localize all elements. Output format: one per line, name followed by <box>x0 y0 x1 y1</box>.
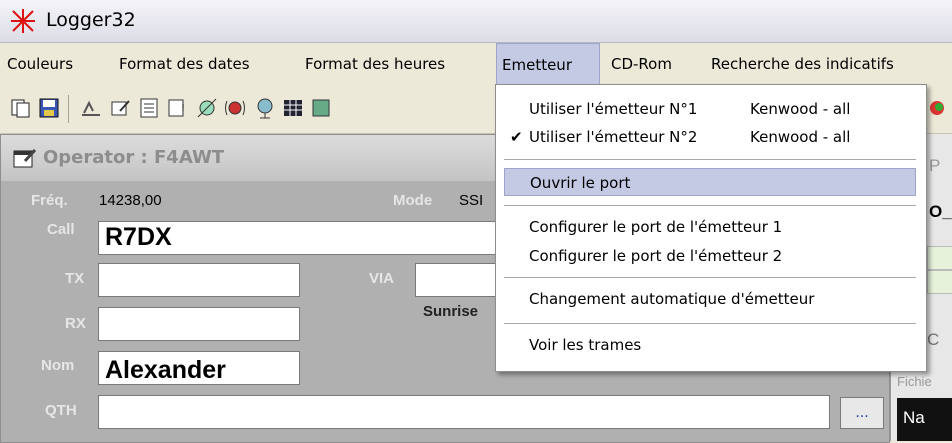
app-logo-icon <box>11 9 35 33</box>
log-entry-icon <box>13 148 37 168</box>
emetteur-dropdown-menu: Utiliser l'émetteur N°1 Kenwood - all ✔ … <box>495 84 927 372</box>
tx-field[interactable] <box>98 263 300 297</box>
menu-item-label: Configurer le port de l'émetteur 2 <box>529 247 783 265</box>
nom-label: Nom <box>41 357 75 374</box>
menu-separator <box>504 323 916 324</box>
save-icon[interactable] <box>38 97 60 119</box>
title-bar: Logger32 <box>0 0 952 43</box>
menu-item-use-transmitter-2[interactable]: ✔ Utiliser l'émetteur N°2 Kenwood - all <box>504 123 916 151</box>
side-panel-call-fragment: O_ <box>929 202 952 221</box>
import-icon[interactable] <box>310 97 332 119</box>
fichier-label: Fichie <box>897 374 932 389</box>
grid-icon[interactable] <box>282 97 304 119</box>
list-icon[interactable] <box>138 97 160 119</box>
menu-emetteur[interactable]: Emetteur <box>496 43 600 85</box>
side-panel-row <box>927 270 952 294</box>
checkmark-icon: ✔ <box>510 128 523 146</box>
edit-icon[interactable] <box>110 97 132 119</box>
freq-label: Fréq. <box>31 192 68 209</box>
menu-item-label: Utiliser l'émetteur N°2 <box>529 128 698 146</box>
antenna-icon[interactable] <box>80 97 102 119</box>
globe-icon[interactable] <box>254 97 276 119</box>
menu-bar: Couleurs Format des dates Format des heu… <box>0 43 952 85</box>
menu-separator <box>504 159 916 160</box>
menu-item-label: Ouvrir le port <box>530 174 631 192</box>
menu-item-use-transmitter-1[interactable]: Utiliser l'émetteur N°1 Kenwood - all <box>504 95 916 123</box>
mode-label: Mode <box>393 192 433 209</box>
tx-label: TX <box>65 270 85 287</box>
radio-icon[interactable] <box>224 97 246 119</box>
satellite-icon[interactable] <box>196 97 218 119</box>
menu-item-view-frames[interactable]: Voir les trames <box>504 331 916 359</box>
menu-item-auto-switch-transmitter[interactable]: Changement automatique d'émetteur <box>504 285 916 313</box>
side-panel-list-header: Na <box>897 398 952 441</box>
menu-separator <box>504 205 916 206</box>
nom-field[interactable]: Alexander <box>98 351 300 385</box>
toolbar-separator <box>68 95 69 123</box>
svg-text:!: ! <box>181 103 185 114</box>
menu-cd-rom[interactable]: CD-Rom <box>606 43 677 85</box>
via-label: VIA <box>369 270 395 287</box>
menu-separator <box>504 277 916 278</box>
menu-format-des-dates[interactable]: Format des dates <box>114 43 255 85</box>
na-label: Na <box>903 408 925 427</box>
via-field[interactable] <box>415 263 499 297</box>
side-panel-caption: P <box>929 156 941 175</box>
menu-format-des-heures[interactable]: Format des heures <box>300 43 450 85</box>
side-panel-section-label: C <box>927 330 940 349</box>
side-panel-row <box>927 246 952 270</box>
operator-caption-text: Operator : F4AWT <box>43 147 225 168</box>
menu-item-radio-name: Kenwood - all <box>750 100 851 118</box>
call-label: Call <box>47 221 75 238</box>
menu-recherche-des-indicatifs[interactable]: Recherche des indicatifs <box>706 43 899 85</box>
menu-couleurs[interactable]: Couleurs <box>2 43 78 85</box>
qth-label: QTH <box>45 402 77 419</box>
qth-browse-button[interactable]: ... <box>840 397 884 429</box>
menu-item-label: Configurer le port de l'émetteur 1 <box>529 218 783 236</box>
menu-item-label: Changement automatique d'émetteur <box>529 290 815 308</box>
call-field[interactable]: R7DX <box>98 221 498 255</box>
qth-field[interactable] <box>98 395 830 429</box>
mode-value: SSI <box>459 192 484 209</box>
menu-item-label: Voir les trames <box>529 336 642 354</box>
rx-label: RX <box>65 315 86 332</box>
menu-item-open-port[interactable]: Ouvrir le port <box>504 168 916 196</box>
menu-item-configure-port-2[interactable]: Configurer le port de l'émetteur 2 <box>504 242 916 270</box>
menu-item-configure-port-1[interactable]: Configurer le port de l'émetteur 1 <box>504 213 916 241</box>
sunrise-label: Sunrise <box>423 303 479 320</box>
copy-icon[interactable] <box>10 97 32 119</box>
window-title: Logger32 <box>46 9 136 31</box>
freq-value: 14238,00 <box>99 192 162 209</box>
print-icon[interactable]: ! <box>166 97 188 119</box>
rx-field[interactable] <box>98 307 300 341</box>
tool-icon[interactable] <box>926 97 948 119</box>
menu-item-label: Utiliser l'émetteur N°1 <box>529 100 698 118</box>
menu-item-radio-name: Kenwood - all <box>750 128 851 146</box>
